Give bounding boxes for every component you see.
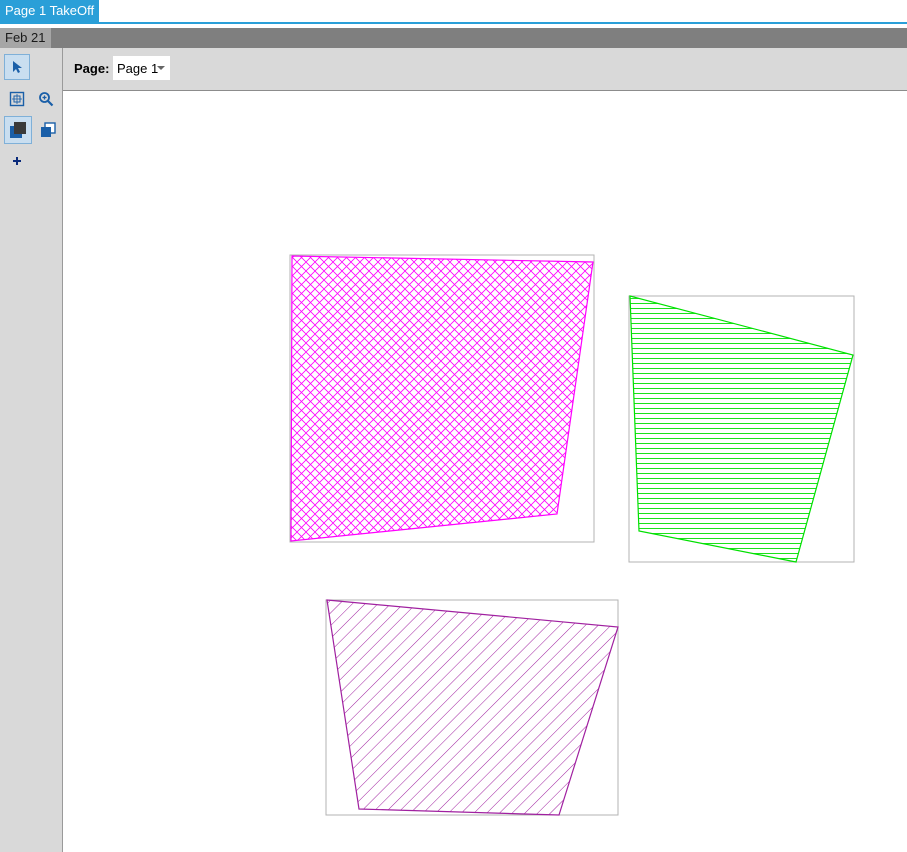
document-tab[interactable]: Feb 21 bbox=[0, 28, 52, 48]
add-icon bbox=[13, 157, 21, 165]
zoom-in-icon bbox=[39, 92, 54, 107]
takeoff-area-green[interactable] bbox=[628, 295, 855, 563]
fit-page-icon bbox=[9, 91, 25, 107]
add-button[interactable] bbox=[4, 148, 30, 174]
takeoff-drawing bbox=[289, 254, 855, 816]
tool-column bbox=[0, 48, 63, 852]
chevron-down-icon bbox=[157, 66, 165, 70]
area-polygon bbox=[290, 255, 594, 542]
takeoff-area-purple[interactable] bbox=[325, 599, 619, 816]
page-label: Page: bbox=[74, 61, 110, 76]
title-tab-strip: Page 1 TakeOff bbox=[0, 0, 907, 24]
takeoff-area-magenta[interactable] bbox=[289, 254, 595, 543]
send-to-back-button[interactable] bbox=[34, 116, 62, 144]
area-polygon bbox=[326, 599, 619, 816]
select-pointer-icon bbox=[13, 61, 22, 73]
takeoff-tab[interactable]: Page 1 TakeOff bbox=[0, 0, 100, 22]
document-bar: Feb 21 bbox=[0, 28, 907, 48]
page-dropdown-value: Page 1 bbox=[117, 60, 159, 76]
layer-front-icon bbox=[10, 122, 26, 138]
area-polygon bbox=[629, 295, 854, 563]
drawing-canvas[interactable] bbox=[63, 91, 907, 852]
select-tool-button[interactable] bbox=[4, 54, 30, 80]
bring-to-front-button[interactable] bbox=[4, 116, 32, 144]
zoom-in-button[interactable] bbox=[33, 86, 59, 112]
page-selector-bar: Page: Page 1 bbox=[63, 48, 907, 91]
fit-page-button[interactable] bbox=[4, 86, 30, 112]
layer-back-icon bbox=[41, 122, 56, 137]
page-dropdown[interactable]: Page 1 bbox=[113, 56, 170, 80]
